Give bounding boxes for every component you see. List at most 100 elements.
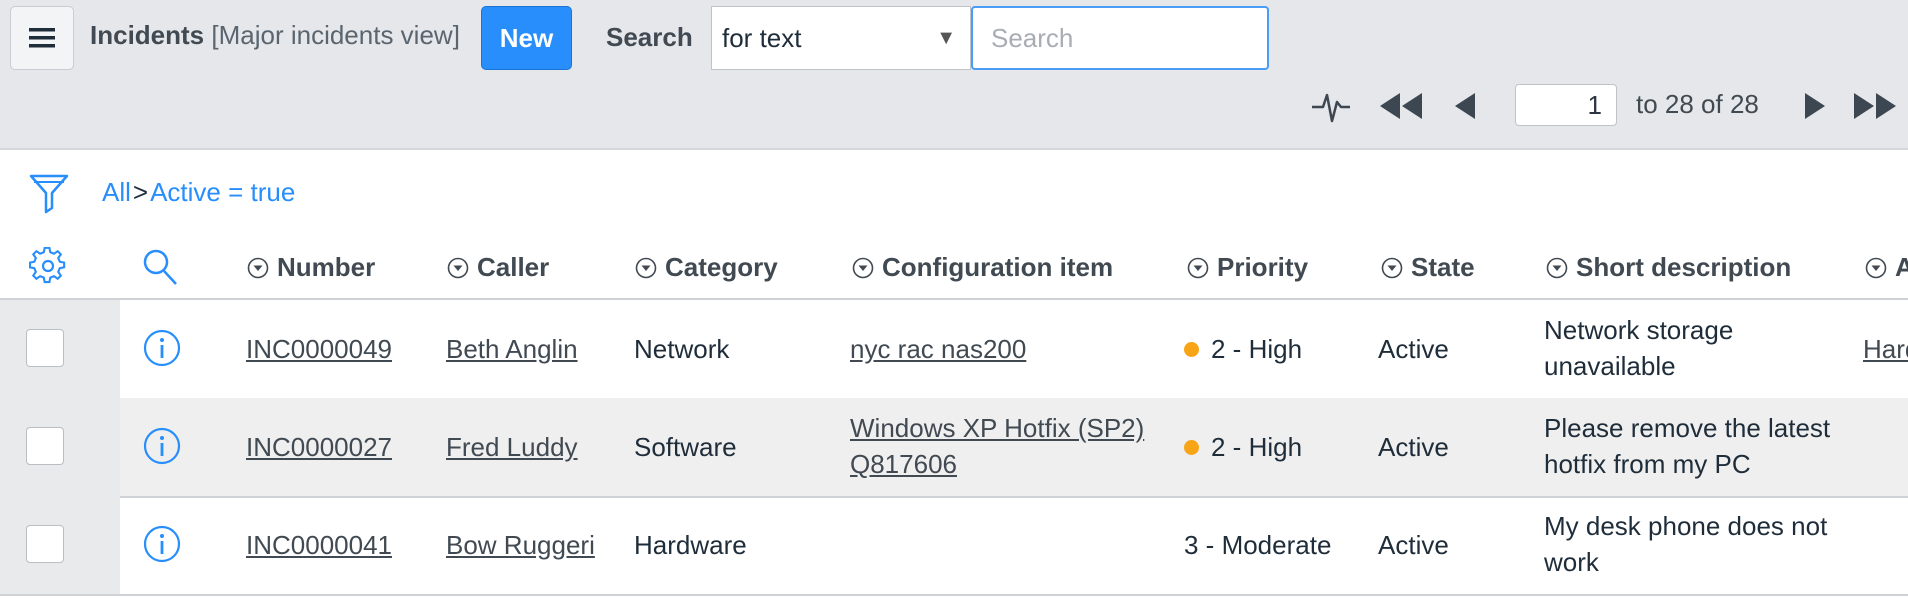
- priority-dot-icon: [1184, 342, 1199, 357]
- context-menu-button[interactable]: [10, 6, 74, 70]
- category-value: Software: [634, 432, 737, 462]
- column-label: Priority: [1217, 252, 1309, 282]
- search-input[interactable]: [971, 6, 1269, 70]
- column-menu-icon: [1187, 257, 1209, 278]
- activity-stream-button[interactable]: [1310, 84, 1352, 128]
- info-icon: [143, 525, 181, 563]
- incident-number: INC0000049: [246, 334, 392, 364]
- row-checkbox[interactable]: [26, 329, 64, 367]
- column-header-state[interactable]: State: [1381, 252, 1475, 283]
- caller-name: Beth Anglin: [446, 334, 578, 364]
- column-header-category[interactable]: Category: [635, 252, 778, 283]
- incident-number-link[interactable]: INC0000049: [246, 331, 392, 367]
- priority-value: 3 - Moderate: [1184, 530, 1332, 560]
- configuration-item-link[interactable]: Windows XP Hotfix (SP2) Q817606: [850, 410, 1144, 482]
- category-cell: Software: [634, 429, 737, 465]
- short-description-line: work: [1544, 547, 1599, 577]
- column-menu-icon: [447, 257, 469, 278]
- first-page-button[interactable]: [1378, 86, 1424, 126]
- row-select-cell: [0, 300, 120, 398]
- short-description-line: hotfix from my PC: [1544, 449, 1751, 479]
- info-icon: [143, 427, 181, 465]
- last-page-button[interactable]: [1852, 86, 1898, 126]
- search-label: Search: [606, 22, 693, 52]
- column-label: Number: [277, 252, 376, 282]
- configuration-item-line: nyc rac nas200: [850, 334, 1027, 364]
- column-label: Configuration item: [882, 252, 1114, 282]
- incident-number-link[interactable]: INC0000041: [246, 527, 392, 563]
- search-icon: [143, 249, 177, 285]
- preview-record-button[interactable]: [143, 427, 181, 470]
- column-label: Category: [665, 252, 778, 282]
- left-triangle-icon: [1455, 93, 1475, 119]
- search-columns-button[interactable]: [140, 246, 180, 288]
- personalize-list-button[interactable]: [28, 246, 68, 286]
- short-description-line: Network storage: [1544, 315, 1734, 345]
- filter-toggle[interactable]: [28, 172, 70, 219]
- table-row: INC0000041 Bow Ruggeri Hardware 3 - Mode…: [0, 496, 1908, 596]
- column-header-number[interactable]: Number: [247, 252, 375, 283]
- incident-number-link[interactable]: INC0000027: [246, 429, 392, 465]
- column-menu-icon: [852, 257, 874, 278]
- short-description-cell: Please remove the latest hotfix from my …: [1544, 410, 1830, 482]
- short-description-line: unavailable: [1544, 351, 1676, 381]
- double-right-icon: [1854, 93, 1896, 119]
- search-field-value: for text: [722, 23, 802, 53]
- hamburger-icon: [29, 28, 55, 48]
- table-row: INC0000027 Fred Luddy Software Windows X…: [0, 398, 1908, 498]
- column-menu-icon: [1381, 257, 1403, 278]
- page-range-text: to 28 of 28: [1636, 89, 1759, 119]
- gear-icon: [29, 247, 66, 284]
- priority-value: 2 - High: [1211, 432, 1303, 462]
- short-description-cell: Network storage unavailable: [1544, 312, 1733, 384]
- state-value: Active: [1378, 432, 1449, 462]
- column-header-priority[interactable]: Priority: [1187, 252, 1308, 283]
- column-menu-icon: [635, 257, 657, 278]
- column-header-short-description[interactable]: Short description: [1546, 252, 1791, 283]
- priority-dot-icon: [1184, 440, 1199, 455]
- row-select-cell: [0, 496, 120, 594]
- row-checkbox[interactable]: [26, 525, 64, 563]
- priority-cell: 2 - High: [1184, 331, 1302, 367]
- state-cell: Active: [1378, 527, 1449, 563]
- caller-link[interactable]: Bow Ruggeri: [446, 527, 595, 563]
- state-value: Active: [1378, 334, 1449, 364]
- state-cell: Active: [1378, 429, 1449, 465]
- caller-link[interactable]: Beth Anglin: [446, 331, 578, 367]
- breadcrumb-all[interactable]: All: [102, 177, 131, 207]
- configuration-item-link[interactable]: nyc rac nas200: [850, 331, 1026, 367]
- priority-cell: 3 - Moderate: [1184, 527, 1331, 563]
- double-left-icon: [1380, 93, 1422, 119]
- funnel-icon: [29, 174, 69, 214]
- configuration-item-line: Windows XP Hotfix (SP2): [850, 413, 1145, 443]
- search-field-select[interactable]: for text ▼: [711, 6, 971, 70]
- breadcrumb-separator: >: [132, 177, 149, 207]
- row-select-cell: [0, 398, 120, 496]
- preview-record-button[interactable]: [143, 525, 181, 568]
- breadcrumb-active-filter[interactable]: Active = true: [150, 177, 295, 207]
- row-checkbox[interactable]: [26, 427, 64, 465]
- list-header: Incidents [Major incidents view] New Sea…: [0, 0, 1908, 150]
- short-description-line: My desk phone does not: [1544, 511, 1828, 541]
- category-cell: Network: [634, 331, 729, 367]
- column-header-truncated[interactable]: A: [1865, 252, 1908, 283]
- incident-number: INC0000027: [246, 432, 392, 462]
- preview-record-button[interactable]: [143, 329, 181, 372]
- truncated-column-link[interactable]: Hard: [1863, 331, 1908, 367]
- next-page-button[interactable]: [1800, 86, 1830, 126]
- new-button[interactable]: New: [481, 6, 572, 70]
- info-icon: [143, 329, 181, 367]
- state-cell: Active: [1378, 331, 1449, 367]
- column-menu-icon: [1865, 257, 1887, 278]
- caller-link[interactable]: Fred Luddy: [446, 429, 578, 465]
- column-label: Short description: [1576, 252, 1792, 282]
- category-value: Hardware: [634, 530, 747, 560]
- list-view-name: [Major incidents view]: [211, 20, 460, 50]
- column-header-configuration-item[interactable]: Configuration item: [852, 252, 1113, 283]
- page-number-input[interactable]: [1515, 84, 1617, 126]
- caller-name: Fred Luddy: [446, 432, 578, 462]
- column-header-caller[interactable]: Caller: [447, 252, 549, 283]
- caller-name: Bow Ruggeri: [446, 530, 595, 560]
- category-value: Network: [634, 334, 730, 364]
- previous-page-button[interactable]: [1450, 86, 1480, 126]
